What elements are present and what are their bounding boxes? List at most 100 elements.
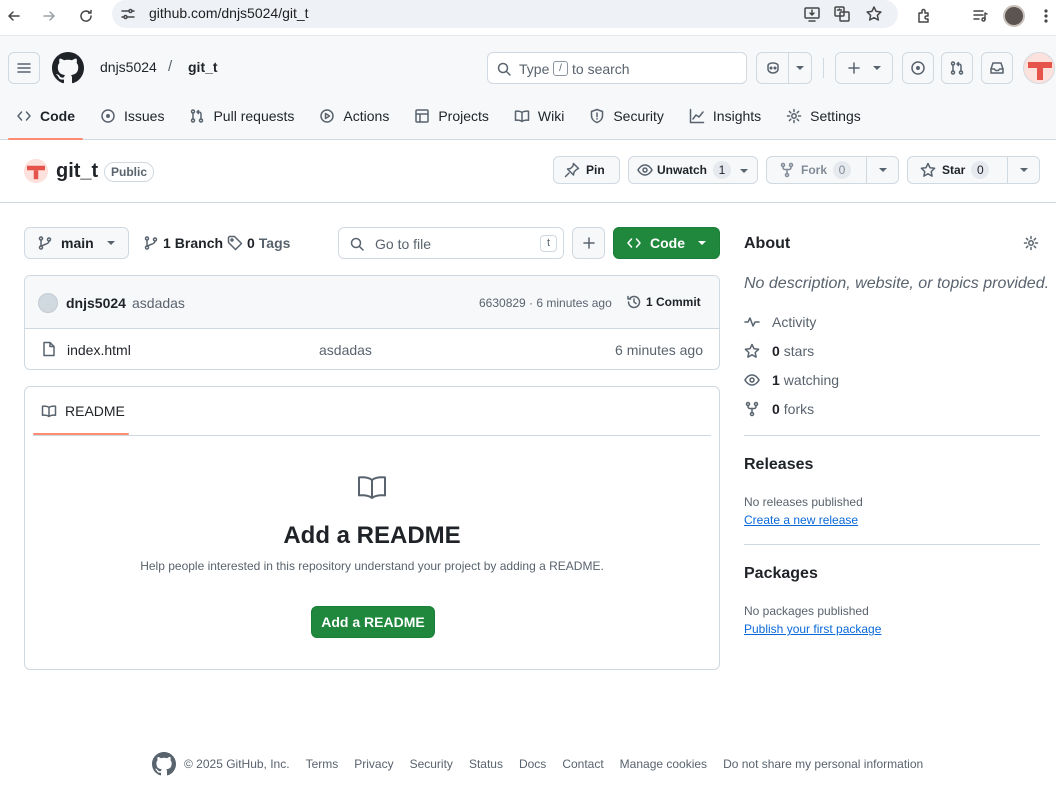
latest-commit-row: dnjs5024 asdadas 6630829 · 6 minutes ago… [25,276,719,329]
footer-link-docs[interactable]: Docs [519,757,546,771]
fork-dropdown-caret[interactable] [866,157,898,183]
fork-count: 0 [833,161,852,179]
code-dropdown-button[interactable]: Code [613,227,720,259]
search-input[interactable]: Type / to search [487,52,747,84]
tab-projects[interactable]: Projects [406,100,497,132]
commit-count-label: 1 Commit [646,295,701,309]
play-icon [319,108,335,124]
profile-avatar[interactable] [1000,2,1028,30]
create-release-link[interactable]: Create a new release [744,513,858,527]
repo-link[interactable]: git_t [188,59,218,75]
site-info-icon[interactable] [118,4,138,24]
footer-link-security[interactable]: Security [410,757,453,771]
pull-requests-icon[interactable] [941,52,973,84]
branches-link[interactable]: 1 Branch [143,235,227,251]
footer-link-status[interactable]: Status [469,757,503,771]
install-app-icon[interactable] [798,0,826,28]
tab-issues[interactable]: Issues [92,100,172,132]
tab-label: Insights [712,108,762,124]
eye-icon [637,162,653,178]
book-icon [356,471,388,503]
repo-title[interactable]: git_t [56,160,98,183]
star-button[interactable]: Star 0 [907,156,1040,184]
tags-link[interactable]: 0 Tags [227,235,290,251]
inbox-icon[interactable] [981,52,1013,84]
watch-count: 1 [713,161,732,179]
commit-hash-time[interactable]: 6630829 · 6 minutes ago [479,296,612,310]
create-new-button[interactable] [835,52,893,84]
gear-icon [786,108,802,124]
forks-link[interactable]: 0 forks [744,401,814,417]
back-arrow-icon[interactable] [0,2,28,30]
github-logo-icon[interactable] [52,52,84,84]
owner-link[interactable]: dnjs5024 [100,59,157,75]
add-file-button[interactable] [572,227,605,259]
github-header: dnjs5024 / git_t Type / to search Code I… [0,36,1056,140]
table-row[interactable]: index.html asdadas 6 minutes ago [25,329,719,369]
pin-button[interactable]: Pin [553,156,620,184]
releases-heading[interactable]: Releases [744,456,813,474]
unwatch-button[interactable]: Unwatch 1 [628,156,758,184]
tab-wiki[interactable]: Wiki [506,100,572,132]
footer-link-manage-cookies[interactable]: Manage cookies [620,757,707,771]
fork-label: Fork [801,163,828,177]
commits-link[interactable]: 1 Commit [626,294,701,310]
reload-icon[interactable] [72,2,100,30]
stars-link[interactable]: 0 stars [744,343,814,359]
history-icon [626,294,642,310]
add-readme-button[interactable]: Add a README [311,606,435,638]
watching-count: 1 [772,372,780,388]
footer-link-terms[interactable]: Terms [306,757,339,771]
extensions-icon[interactable] [910,2,938,30]
hamburger-menu-icon[interactable] [8,52,40,84]
commit-message[interactable]: asdadas [132,295,185,311]
chevron-down-icon [873,66,881,70]
forward-arrow-icon[interactable] [35,2,63,30]
footer-link-privacy[interactable]: Privacy [354,757,393,771]
commit-author[interactable]: dnjs5024 [66,295,126,311]
go-to-file-shortcut-key: t [540,235,557,252]
copilot-button[interactable] [756,52,812,84]
tab-insights[interactable]: Insights [681,100,769,132]
branch-name: main [61,235,94,251]
address-bar[interactable]: github.com/dnjs5024/git_t [112,0,898,28]
file-name[interactable]: index.html [67,342,131,358]
user-avatar[interactable] [1023,52,1055,84]
star-dropdown-caret[interactable] [1007,157,1039,183]
tab-code[interactable]: Code [8,100,83,140]
media-queue-icon[interactable] [966,2,994,30]
fork-button[interactable]: Fork 0 [766,156,899,184]
activity-link[interactable]: Activity [744,314,816,330]
github-logo-icon[interactable] [152,752,176,776]
readme-tab[interactable]: README [33,387,129,435]
tab-settings[interactable]: Settings [778,100,869,132]
bookmark-star-icon[interactable] [860,0,888,28]
tab-label: Code [40,108,75,124]
chevron-down-icon [739,168,749,174]
translate-icon[interactable] [828,0,856,28]
search-placeholder-prefix: Type [519,61,550,77]
repo-owner-avatar[interactable] [24,159,48,183]
stars-label: stars [783,343,815,359]
watchers-link[interactable]: 1 watching [744,372,839,388]
tab-security[interactable]: Security [581,100,672,132]
commit-author-avatar[interactable] [38,293,58,313]
search-shortcut-key: / [553,61,568,76]
about-heading: About [744,235,791,252]
shield-icon [589,108,605,124]
go-to-file-input[interactable]: Go to file t [338,227,564,259]
publish-package-link[interactable]: Publish your first package [744,622,881,636]
tab-pull-requests[interactable]: Pull requests [181,100,302,132]
browser-menu-icon[interactable] [1036,2,1056,30]
issues-icon[interactable] [902,52,934,84]
footer-link-contact[interactable]: Contact [562,757,603,771]
packages-heading[interactable]: Packages [744,565,818,583]
gear-icon[interactable] [1023,235,1039,251]
file-commit-message[interactable]: asdadas [319,342,372,358]
tab-label: Actions [343,108,390,124]
browser-toolbar: github.com/dnjs5024/git_t [0,0,1056,36]
tab-actions[interactable]: Actions [311,100,397,132]
branch-selector[interactable]: main [24,227,129,259]
footer-link-do-not-share[interactable]: Do not share my personal information [723,757,923,771]
branches-label: Branch [174,235,224,251]
